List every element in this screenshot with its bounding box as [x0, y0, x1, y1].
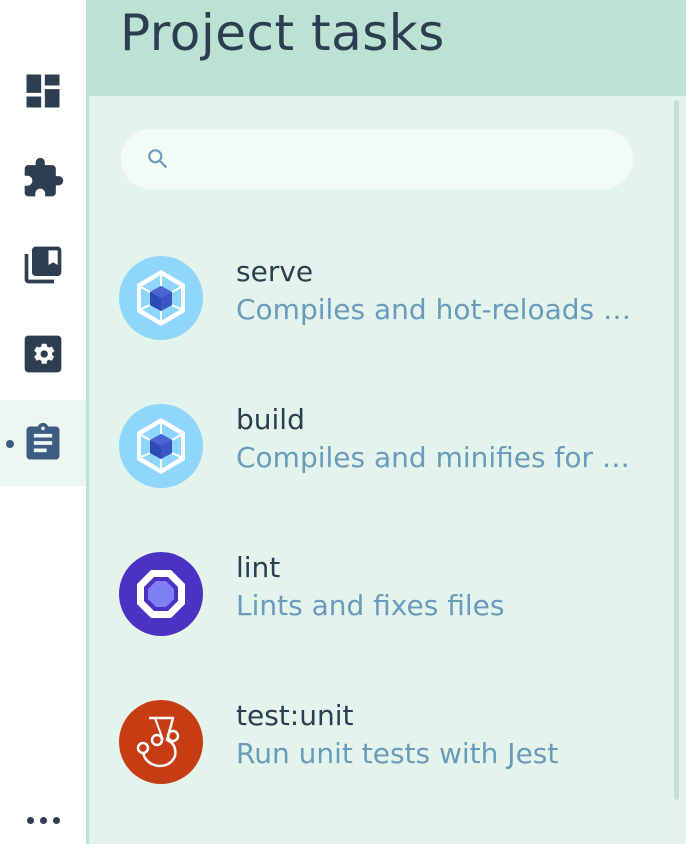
task-name: test:unit	[236, 699, 354, 732]
nav-item-configuration[interactable]	[0, 311, 86, 397]
task-item-lint[interactable]: lint Lints and fixes files	[119, 544, 639, 644]
more-horizontal-icon	[26, 816, 34, 824]
nav-item-tasks[interactable]	[0, 400, 86, 486]
library-books-icon	[24, 246, 62, 284]
task-name: lint	[236, 551, 281, 584]
eslint-icon	[119, 552, 203, 636]
nav-item-dependencies[interactable]	[0, 222, 86, 308]
gear-icon	[24, 335, 62, 373]
page-title: Project tasks	[120, 4, 445, 62]
clipboard-icon	[26, 422, 60, 460]
task-description: Compiles and minifies for production	[236, 441, 636, 474]
nav-item-plugins[interactable]	[0, 135, 86, 221]
active-indicator	[6, 440, 14, 448]
task-name: serve	[236, 255, 314, 288]
task-name: build	[236, 403, 305, 436]
search-input[interactable]	[183, 139, 623, 179]
panel-header: Project tasks	[89, 0, 686, 96]
nav-rail	[0, 0, 86, 844]
search-icon	[148, 149, 168, 169]
tasks-panel: Project tasks serve Compiles and hot-rel…	[89, 0, 686, 844]
webpack-icon	[119, 404, 203, 488]
search-box[interactable]	[121, 129, 633, 189]
puzzle-icon	[24, 157, 64, 197]
task-item-test-unit[interactable]: test:unit Run unit tests with Jest	[119, 692, 639, 792]
task-description: Lints and fixes files	[236, 589, 505, 622]
nav-item-dashboard[interactable]	[0, 48, 86, 134]
task-description: Compiles and hot-reloads for development	[236, 293, 636, 326]
task-description: Run unit tests with Jest	[236, 737, 559, 770]
task-item-build[interactable]: build Compiles and minifies for producti…	[119, 396, 639, 496]
scrollbar[interactable]	[674, 100, 679, 800]
jest-icon	[119, 700, 203, 784]
more-button[interactable]	[0, 800, 86, 840]
task-item-serve[interactable]: serve Compiles and hot-reloads for devel…	[119, 248, 639, 348]
webpack-icon	[119, 256, 203, 340]
dashboard-icon	[26, 74, 60, 108]
